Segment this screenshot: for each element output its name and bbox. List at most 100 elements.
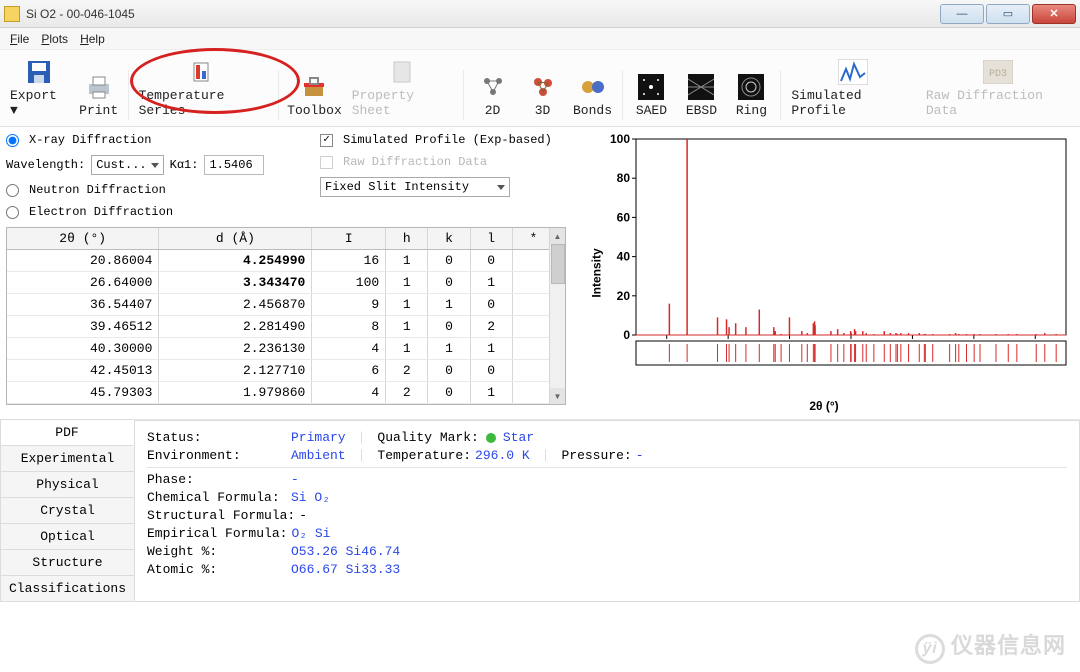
struc-label: Structural Formula: — [147, 508, 295, 523]
maximize-button[interactable]: ▭ — [986, 4, 1030, 24]
tab-physical[interactable]: Physical — [0, 471, 134, 498]
table-header[interactable]: d (Å) — [159, 228, 312, 250]
print-button[interactable]: Print — [74, 71, 124, 120]
property-sheet-button: Property Sheet — [346, 56, 459, 120]
peaks-table[interactable]: 2θ (°)d (Å)Ihkl*20.860044.2549901610026.… — [6, 227, 566, 405]
table-row[interactable]: 40.300002.2361304111 — [7, 338, 555, 360]
wavelength-label: Wavelength: — [6, 158, 85, 172]
tab-pdf[interactable]: PDF — [0, 419, 134, 446]
table-header[interactable]: I — [312, 228, 386, 250]
pd3-icon: PD3 — [982, 58, 1014, 86]
temp-label: Temperature: — [377, 448, 471, 463]
sheet-icon — [386, 58, 418, 86]
env-label: Environment: — [147, 448, 287, 463]
3d-button[interactable]: 3D — [518, 71, 568, 120]
star-icon — [486, 433, 496, 443]
quality-value[interactable]: Star — [503, 430, 534, 445]
emp-label: Empirical Formula: — [147, 526, 287, 541]
kalpha-input[interactable]: 1.5406 — [204, 155, 264, 175]
menu-plots[interactable]: Plots — [37, 30, 72, 47]
tab-crystal[interactable]: Crystal — [0, 497, 134, 524]
window-title: Si O2 - 00-046-1045 — [26, 7, 938, 21]
chart-xlabel: 2θ (°) — [809, 399, 838, 413]
table-row[interactable]: 45.793031.9798604201 — [7, 382, 555, 404]
wavelength-select[interactable]: Cust... — [91, 155, 163, 175]
press-value: - — [636, 448, 644, 463]
table-row[interactable]: 20.860044.25499016100 — [7, 250, 555, 272]
temperature-icon — [187, 58, 219, 86]
molecule-3d-icon — [527, 73, 559, 101]
saed-icon — [635, 73, 667, 101]
struc-value: - — [299, 508, 307, 523]
env-value[interactable]: Ambient — [291, 448, 346, 463]
at-value[interactable]: O66.67 Si33.33 — [291, 562, 400, 577]
tab-structure[interactable]: Structure — [0, 549, 134, 576]
2d-button[interactable]: 2D — [468, 71, 518, 120]
menu-help[interactable]: Help — [76, 30, 109, 47]
diffraction-chart[interactable]: Intensity 02040608010020406080100120140 … — [574, 133, 1074, 413]
radio-neutron[interactable]: Neutron Diffraction — [6, 183, 306, 197]
kalpha-label: Kα1: — [170, 158, 199, 172]
scroll-thumb[interactable] — [551, 244, 565, 284]
phase-value: - — [291, 472, 299, 487]
ebsd-icon — [685, 73, 717, 101]
toolbar-separator — [463, 70, 464, 120]
emp-value[interactable]: O₂ Si — [291, 526, 330, 541]
table-row[interactable]: 26.640003.343470100101 — [7, 272, 555, 294]
ring-button[interactable]: Ring — [726, 71, 776, 120]
profile-icon — [837, 58, 869, 86]
table-scrollbar[interactable]: ▲ ▼ — [549, 228, 565, 404]
svg-text:60: 60 — [617, 210, 631, 224]
svg-text:PD3: PD3 — [989, 69, 1007, 80]
radio-xray[interactable]: X-ray Diffraction — [6, 133, 306, 147]
svg-text:80: 80 — [617, 171, 631, 185]
titlebar: Si O2 - 00-046-1045 — ▭ ✕ — [0, 0, 1080, 28]
export-button[interactable]: Export ▼ — [4, 56, 74, 120]
table-header[interactable]: h — [386, 228, 428, 250]
ebsd-button[interactable]: EBSD — [676, 71, 726, 120]
scroll-up-icon[interactable]: ▲ — [550, 228, 565, 244]
toolbar-separator — [128, 70, 129, 120]
toolbox-button[interactable]: Toolbox — [283, 71, 345, 120]
chk-simulated[interactable]: ✓Simulated Profile (Exp-based) — [320, 133, 566, 147]
bonds-icon — [577, 73, 609, 101]
status-value[interactable]: Primary — [291, 430, 346, 445]
table-header[interactable]: k — [428, 228, 470, 250]
intensity-select[interactable]: Fixed Slit Intensity — [320, 177, 510, 197]
chem-value[interactable]: Si O₂ — [291, 490, 330, 505]
toolbar-separator — [622, 70, 623, 120]
menu-file[interactable]: File — [6, 30, 33, 47]
close-button[interactable]: ✕ — [1032, 4, 1076, 24]
ring-icon — [735, 73, 767, 101]
wt-value[interactable]: O53.26 Si46.74 — [291, 544, 400, 559]
temperature-series-button[interactable]: Temperature Series — [133, 56, 275, 120]
table-header[interactable]: l — [470, 228, 512, 250]
status-label: Status: — [147, 430, 287, 445]
tab-optical[interactable]: Optical — [0, 523, 134, 550]
bonds-button[interactable]: Bonds — [568, 71, 618, 120]
svg-text:20: 20 — [617, 289, 631, 303]
menubar: File Plots Help — [0, 28, 1080, 50]
minimize-button[interactable]: — — [940, 4, 984, 24]
printer-icon — [83, 73, 115, 101]
table-row[interactable]: 39.465122.2814908102 — [7, 316, 555, 338]
chem-label: Chemical Formula: — [147, 490, 287, 505]
toolbar: Export ▼ Print Temperature Series Toolbo… — [0, 50, 1080, 127]
table-row[interactable]: 36.544072.4568709110 — [7, 294, 555, 316]
simulated-profile-button[interactable]: Simulated Profile — [785, 56, 920, 120]
saed-button[interactable]: SAED — [626, 71, 676, 120]
press-label: Pressure: — [561, 448, 631, 463]
svg-text:100: 100 — [610, 133, 630, 146]
molecule-2d-icon — [477, 73, 509, 101]
table-header[interactable]: 2θ (°) — [7, 228, 159, 250]
temp-value[interactable]: 296.0 K — [475, 448, 530, 463]
tab-classifications[interactable]: Classifications — [0, 575, 134, 602]
toolbox-icon — [298, 73, 330, 101]
radio-electron[interactable]: Electron Diffraction — [6, 205, 306, 219]
tab-experimental[interactable]: Experimental — [0, 445, 134, 472]
quality-label: Quality Mark: — [377, 430, 478, 445]
info-panel: Status: Primary | Quality Mark: Star Env… — [134, 420, 1080, 602]
table-row[interactable]: 42.450132.1277106200 — [7, 360, 555, 382]
app-icon — [4, 6, 20, 22]
scroll-down-icon[interactable]: ▼ — [550, 388, 565, 404]
